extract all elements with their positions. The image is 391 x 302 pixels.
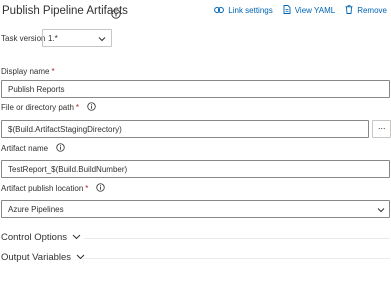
view-yaml-label: View YAML [294, 6, 336, 15]
remove-button[interactable]: Remove [345, 5, 387, 16]
task-version-label: Task version [1, 34, 46, 43]
publish-location-label-row: Artifact publish location * [1, 183, 106, 194]
display-name-input[interactable]: Publish Reports [1, 80, 390, 98]
publish-location-select[interactable]: Azure Pipelines [1, 200, 390, 218]
chevron-down-icon [67, 232, 81, 243]
trash-icon [345, 5, 357, 16]
browse-more-button[interactable]: ··· [372, 120, 391, 138]
required-mark: * [75, 103, 80, 112]
required-mark: * [85, 184, 89, 193]
divider [84, 258, 390, 259]
display-name-label-row: Display name * [1, 67, 55, 76]
publish-location-value: Azure Pipelines [8, 205, 64, 214]
artifact-name-label-row: Artifact name [1, 143, 65, 154]
info-icon[interactable] [111, 6, 121, 24]
artifact-name-value: TestReport_$(Build.BuildNumber) [8, 165, 128, 174]
task-header: Publish Pipeline Artifacts Link settings… [0, 0, 391, 24]
display-name-label: Display name [1, 67, 50, 76]
document-icon [283, 5, 295, 16]
output-variables-section[interactable]: Output Variables [1, 252, 85, 263]
control-options-label: Control Options [1, 232, 68, 243]
display-name-value: Publish Reports [8, 85, 65, 94]
path-input[interactable]: $(Build.ArtifactStagingDirectory) [1, 120, 369, 138]
path-label-row: File or directory path * [1, 102, 96, 113]
chevron-down-icon [71, 252, 85, 263]
remove-label: Remove [357, 6, 387, 15]
view-yaml-button[interactable]: View YAML [283, 5, 335, 16]
link-icon [214, 6, 228, 16]
path-label: File or directory path [1, 103, 74, 112]
publish-location-label: Artifact publish location [1, 184, 84, 193]
info-icon[interactable] [56, 143, 65, 154]
artifact-name-input[interactable]: TestReport_$(Build.BuildNumber) [1, 160, 390, 178]
header-actions: Link settings View YAML Remove [204, 5, 387, 16]
task-version-select[interactable]: 1.* [42, 29, 112, 47]
output-variables-label: Output Variables [1, 252, 72, 263]
link-settings-button[interactable]: Link settings [214, 6, 273, 16]
control-options-section[interactable]: Control Options [1, 232, 81, 243]
divider [84, 238, 390, 239]
chevron-down-icon [377, 206, 385, 215]
required-mark: * [51, 67, 55, 76]
path-value: $(Build.ArtifactStagingDirectory) [8, 125, 122, 134]
chevron-down-icon [98, 35, 106, 44]
info-icon[interactable] [87, 102, 96, 113]
info-icon[interactable] [96, 183, 106, 194]
artifact-name-label: Artifact name [1, 144, 49, 153]
task-title: Publish Pipeline Artifacts [2, 5, 128, 17]
link-settings-label: Link settings [228, 6, 273, 15]
task-version-value: 1.* [48, 34, 58, 43]
